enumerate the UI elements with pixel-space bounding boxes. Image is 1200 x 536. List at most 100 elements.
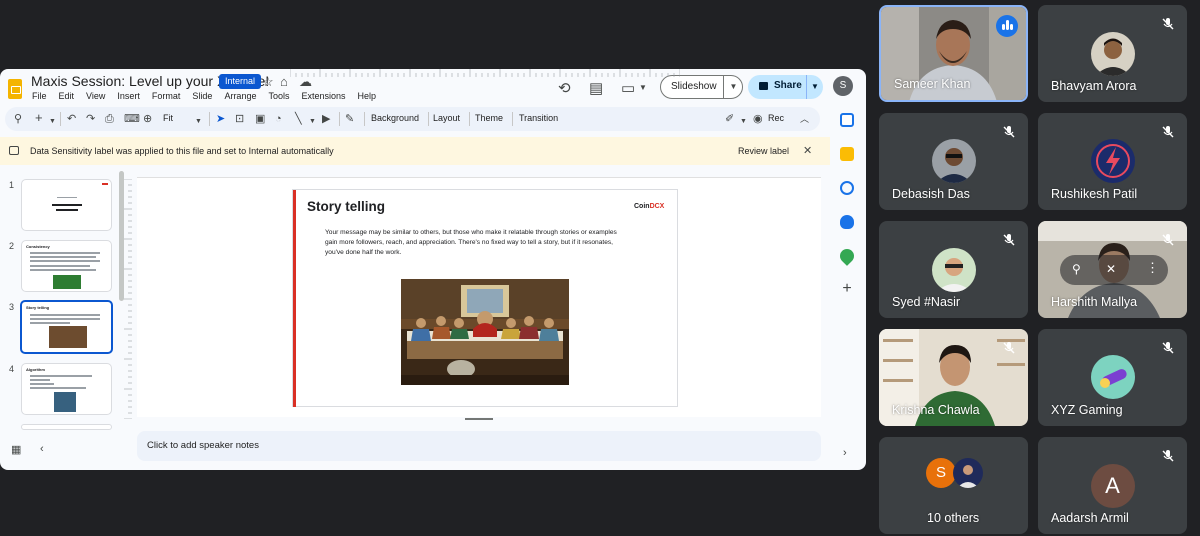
record-icon[interactable]: ◉ — [753, 112, 763, 126]
background-button[interactable]: Background — [371, 113, 419, 123]
slideshow-options-caret[interactable]: ▼ — [723, 76, 743, 98]
line-icon[interactable]: ╲ — [295, 112, 302, 126]
participant-tile[interactable]: XYZ Gaming — [1038, 329, 1187, 426]
slideshow-label: Slideshow — [671, 81, 717, 92]
more-options-icon[interactable]: ⋮ — [1146, 260, 1159, 276]
slides-logo-icon[interactable] — [8, 79, 22, 99]
share-button[interactable]: Share ▼ — [748, 75, 823, 99]
chevron-down-icon[interactable]: ▼ — [309, 115, 316, 129]
menu-edit[interactable]: Edit — [59, 91, 81, 101]
comments-icon[interactable]: ▤ — [589, 79, 603, 97]
slide-thumbnail-selected[interactable]: Story telling — [20, 300, 113, 354]
participant-tile[interactable]: Krishna Chawla — [879, 329, 1028, 426]
slide-canvas[interactable]: Story telling CoinDCX Your message may b… — [137, 177, 821, 417]
menu-arrange[interactable]: Arrange — [224, 91, 262, 101]
participant-tile[interactable]: A Aadarsh Armil — [1038, 437, 1187, 534]
search-menus-icon[interactable]: ⚲ — [14, 112, 22, 126]
slides-window: Maxis Session: Level up your X game! Int… — [0, 69, 866, 470]
chevron-down-icon[interactable]: ▼ — [195, 115, 202, 129]
notes-resize-handle[interactable] — [465, 418, 493, 420]
participant-name: Rushikesh Patil — [1051, 187, 1138, 201]
theme-button[interactable]: Theme — [475, 113, 503, 123]
menu-tools[interactable]: Tools — [268, 91, 295, 101]
star-icon[interactable]: ☆ — [262, 74, 274, 90]
current-slide[interactable]: Story telling CoinDCX Your message may b… — [292, 189, 678, 407]
slide-number: 1 — [9, 180, 15, 190]
speaking-indicator-icon — [996, 15, 1018, 37]
redo-icon[interactable]: ↷ — [86, 112, 95, 126]
print-icon[interactable]: ⎙ — [105, 112, 114, 126]
mic-off-icon — [1162, 126, 1174, 138]
chevron-down-icon[interactable]: ▼ — [740, 115, 747, 129]
account-avatar[interactable]: S — [833, 76, 853, 96]
participant-tile[interactable]: Rushikesh Patil — [1038, 113, 1187, 210]
keep-icon[interactable] — [840, 147, 854, 161]
review-label-link[interactable]: Review label — [738, 146, 789, 156]
participant-tile[interactable]: Sameer Khan — [879, 5, 1028, 102]
insert-image-icon[interactable]: ▣ — [255, 112, 265, 126]
shape-icon[interactable]: ◔ — [275, 112, 282, 126]
participant-tile[interactable]: Debasish Das — [879, 113, 1028, 210]
others-tile[interactable]: S 10 others — [879, 437, 1028, 534]
chevron-right-icon[interactable]: › — [843, 447, 847, 459]
slide-thumbnail[interactable] — [21, 179, 112, 231]
participant-avatar — [1090, 32, 1135, 76]
slide-accent-bar — [293, 190, 296, 407]
select-cursor-icon[interactable]: ➤ — [216, 112, 225, 126]
calendar-icon[interactable] — [840, 113, 854, 127]
participant-tile[interactable]: Bhavyam Arora — [1038, 5, 1187, 102]
layout-button[interactable]: Layout — [433, 113, 460, 123]
slide-thumbnail[interactable] — [21, 424, 112, 430]
menu-format[interactable]: Format — [152, 91, 187, 101]
participant-avatar — [953, 458, 983, 488]
chevron-down-icon[interactable]: ▼ — [49, 115, 56, 129]
meet-camera-icon[interactable]: ▭ — [621, 79, 635, 97]
participant-tile[interactable]: ⚲ ✕ ⋮ Harshith Mallya — [1038, 221, 1187, 318]
add-comment-icon[interactable]: ✎ — [345, 112, 354, 126]
transition-button[interactable]: Transition — [519, 113, 558, 123]
sensitivity-badge[interactable]: Internal — [219, 74, 262, 89]
chevron-left-icon[interactable]: ‹ — [40, 443, 44, 455]
menu-file[interactable]: File — [32, 91, 53, 101]
chevron-down-icon[interactable]: ▼ — [639, 83, 647, 92]
undo-icon[interactable]: ↶ — [67, 112, 76, 126]
menu-help[interactable]: Help — [358, 91, 383, 101]
slideshow-button[interactable]: Slideshow ▼ — [660, 75, 743, 99]
banner-text: Data Sensitivity label was applied to th… — [30, 146, 334, 156]
mute-for-all-icon[interactable]: ✕ — [1106, 262, 1116, 276]
participant-avatar: S — [926, 458, 956, 488]
menu-view[interactable]: View — [86, 91, 111, 101]
version-history-icon[interactable]: ⟲ — [558, 79, 571, 97]
zoom-select[interactable]: Fit — [163, 113, 173, 123]
video-icon[interactable]: ▶ — [322, 112, 330, 126]
paint-format-icon[interactable]: ⌨ — [124, 112, 140, 126]
slide-body-text[interactable]: Your message may be similar to others, b… — [325, 228, 620, 258]
slide-thumbnail[interactable]: Consistency — [21, 240, 112, 292]
participant-tile[interactable]: Syed #Nasir — [879, 221, 1028, 318]
participant-avatar: A — [1090, 464, 1135, 508]
tasks-icon[interactable] — [840, 181, 854, 195]
slide-thumbnail[interactable]: Algorithm — [21, 363, 112, 415]
new-slide-icon[interactable]: + — [35, 111, 43, 125]
menu-insert[interactable]: Insert — [117, 91, 146, 101]
pin-icon[interactable]: ⚲ — [1072, 262, 1081, 276]
text-box-icon[interactable]: ⊡ — [235, 112, 244, 126]
speaker-notes[interactable]: Click to add speaker notes — [137, 431, 821, 461]
mic-off-icon — [1003, 342, 1015, 354]
share-options-caret[interactable]: ▼ — [806, 75, 823, 99]
rec-button[interactable]: Rec — [768, 113, 784, 123]
close-icon[interactable]: ✕ — [803, 144, 812, 157]
pen-tool-icon[interactable]: ✐ — [725, 112, 734, 126]
grid-view-icon[interactable]: ▦ — [11, 443, 21, 456]
move-folder-icon[interactable]: ⌂ — [280, 74, 288, 89]
last-supper-painting[interactable] — [401, 279, 569, 385]
menu-slide[interactable]: Slide — [192, 91, 218, 101]
add-addon-icon[interactable]: + — [840, 281, 854, 297]
maps-icon[interactable] — [837, 246, 857, 266]
zoom-icon[interactable]: ⊕ — [143, 112, 152, 126]
contacts-icon[interactable] — [840, 215, 854, 229]
thumbnail-title: Algorithm — [26, 367, 45, 372]
menu-extensions[interactable]: Extensions — [301, 91, 351, 101]
collapse-toolbar-icon[interactable]: ︿ — [800, 112, 809, 126]
slide-title[interactable]: Story telling — [307, 199, 385, 214]
